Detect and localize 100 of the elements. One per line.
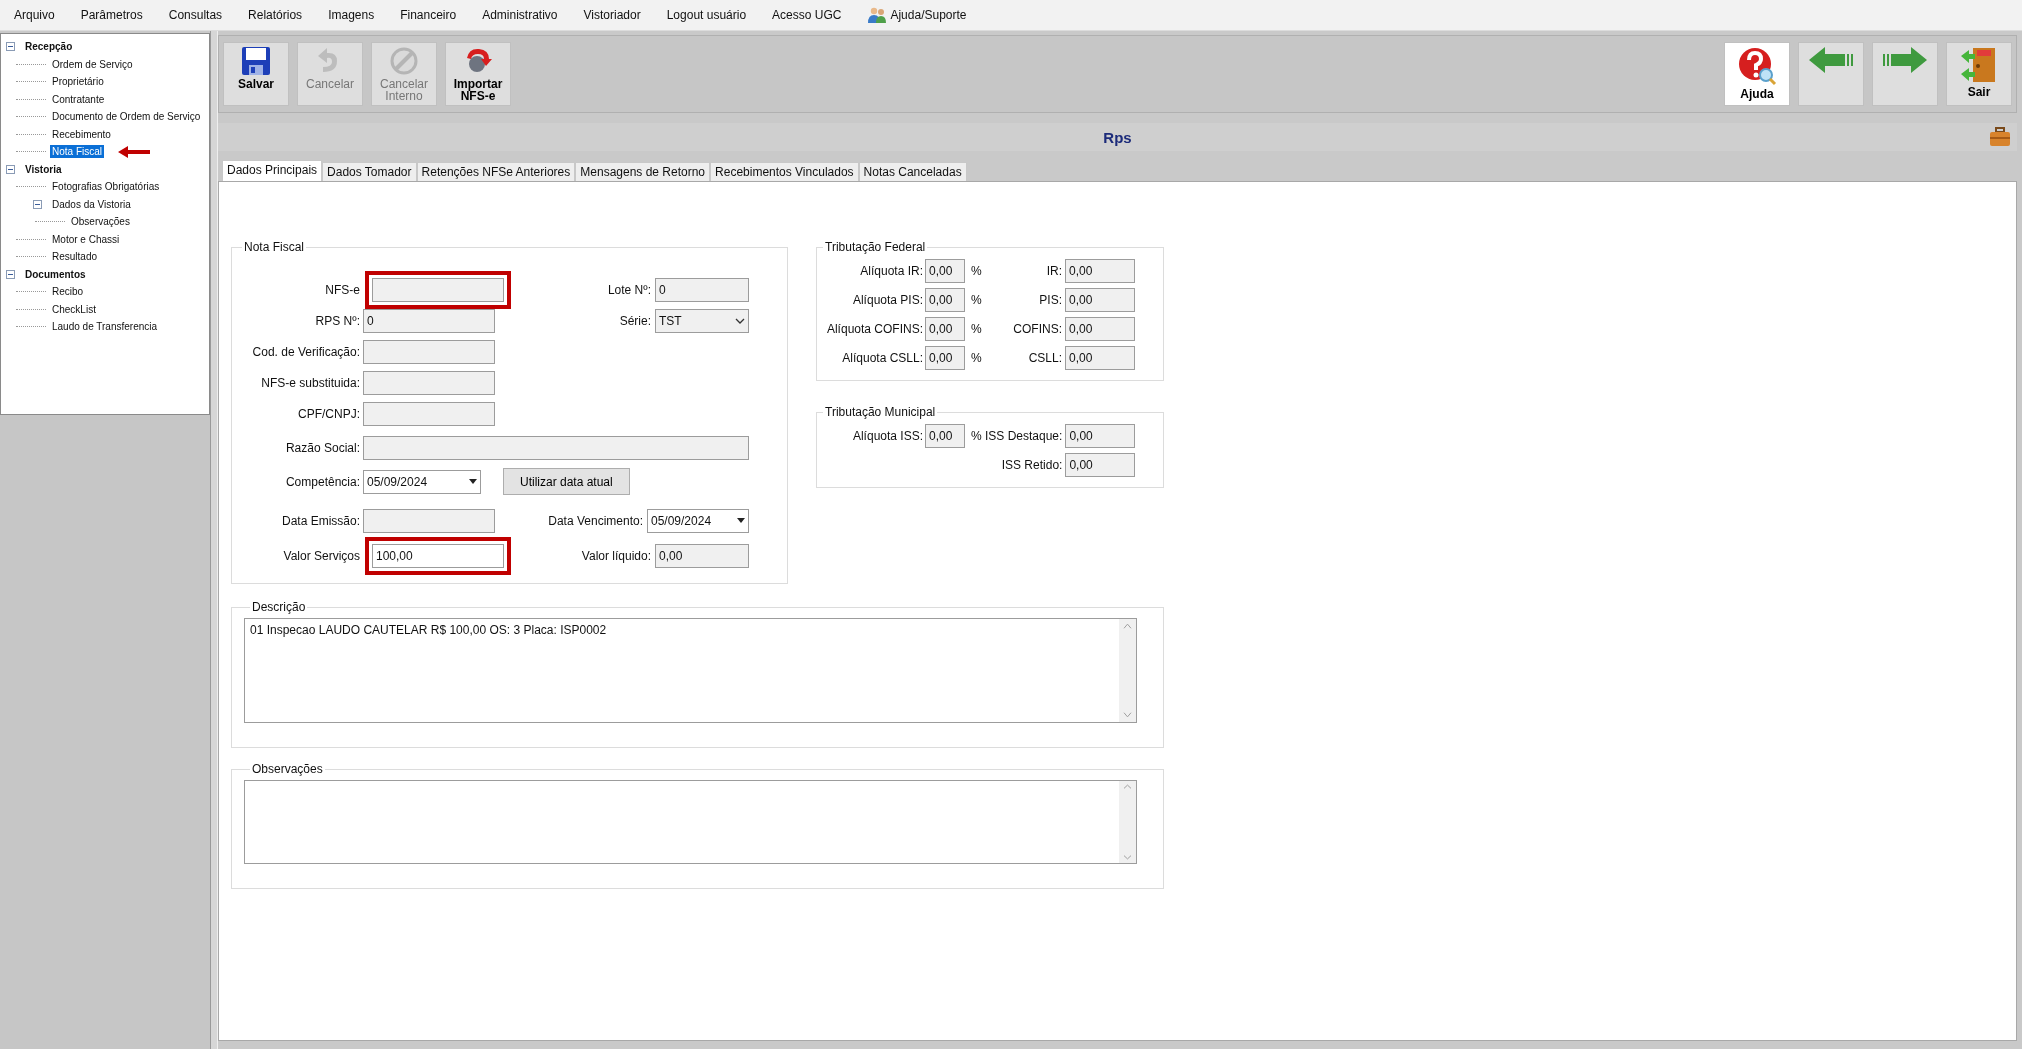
unit-label: %: [970, 350, 983, 365]
tree-item[interactable]: Recepção: [23, 40, 75, 54]
field-label: Valor líquido:: [580, 548, 652, 563]
tree-item[interactable]: Contratante: [50, 92, 107, 106]
tab[interactable]: Notas Canceladas: [858, 162, 967, 181]
tree-item[interactable]: Motor e Chassi: [50, 232, 122, 246]
tab[interactable]: Dados Principais: [222, 160, 323, 181]
text-area[interactable]: 01 Inspecao LAUDO CAUTELAR R$ 100,00 OS: 3 Placa: ISP0002: [244, 618, 1137, 723]
action-button[interactable]: Utilizar data atual: [503, 468, 630, 495]
people-icon: [867, 6, 888, 24]
tree-item[interactable]: Laudo de Transferencia: [50, 320, 160, 334]
text-field[interactable]: 0,00: [925, 423, 965, 448]
field-label: Razão Social:: [284, 440, 361, 455]
menu-item[interactable]: Ajuda/Suporte: [867, 6, 967, 24]
prohibited-icon: [389, 46, 419, 76]
toolbar-button[interactable]: Sair: [1946, 42, 2012, 106]
tree-item[interactable]: Fotografias Obrigatórias: [50, 180, 162, 194]
field-label: PIS:: [1038, 292, 1063, 307]
text-field[interactable]: 0,00: [925, 316, 965, 341]
text-field[interactable]: [372, 277, 504, 302]
tree-item[interactable]: CheckList: [50, 302, 98, 316]
menu-item[interactable]: Consultas: [168, 8, 223, 22]
caret-icon: [469, 479, 477, 484]
field-label: NFS-e substituida:: [260, 375, 361, 390]
toolbar-button[interactable]: [1872, 42, 1938, 106]
tab[interactable]: Recebimentos Vinculados: [710, 162, 859, 181]
menu-item[interactable]: Arquivo: [14, 8, 55, 22]
group-title: Tributação Federal: [824, 240, 927, 254]
field-label: Data Vencimento:: [547, 513, 644, 528]
text-field[interactable]: 0,00: [925, 287, 965, 312]
window-title: Rps: [1103, 128, 1132, 146]
menu-item[interactable]: Logout usuário: [666, 8, 747, 22]
text-field[interactable]: 0,00: [925, 258, 965, 283]
splitter[interactable]: [210, 31, 218, 1049]
toolbar-button[interactable]: Salvar: [223, 42, 289, 106]
text-field[interactable]: [363, 508, 495, 533]
tree-item[interactable]: Proprietário: [50, 75, 106, 89]
collapse-icon[interactable]: [6, 42, 15, 52]
field-label: ISS Retido:: [1000, 457, 1064, 472]
tab[interactable]: Retenções NFSe Anteriores: [416, 162, 576, 181]
toolbar-button[interactable]: Ajuda: [1724, 42, 1790, 106]
tree-item[interactable]: Recibo: [50, 285, 86, 299]
tree-item[interactable]: Resultado: [50, 250, 100, 264]
text-field[interactable]: [363, 339, 495, 364]
text-field[interactable]: 0,00: [1065, 258, 1135, 283]
tree-item[interactable]: Dados da Vistoria: [50, 197, 133, 211]
text-field[interactable]: [363, 401, 495, 426]
field-label: Série:: [618, 313, 652, 328]
collapse-icon[interactable]: [33, 199, 42, 209]
tree-item[interactable]: Vistoria: [23, 162, 64, 176]
text-field[interactable]: [363, 435, 749, 460]
unit-label: %: [970, 321, 983, 336]
collapse-icon[interactable]: [6, 269, 15, 279]
field-label: RPS Nº:: [314, 313, 361, 328]
text-field[interactable]: 0,00: [925, 345, 965, 370]
text-field[interactable]: 0,00: [655, 543, 749, 568]
text-field[interactable]: 0,00: [1065, 287, 1135, 312]
tree-item[interactable]: Ordem de Serviço: [50, 57, 135, 71]
scrollbar[interactable]: [1119, 781, 1136, 863]
date-picker[interactable]: 05/09/2024: [647, 508, 749, 533]
text-field[interactable]: [363, 370, 495, 395]
text-field[interactable]: 0: [655, 277, 749, 302]
tab[interactable]: Dados Tomador: [322, 162, 417, 181]
tab[interactable]: Mensagens de Retorno: [575, 162, 711, 181]
caret-icon: [737, 518, 745, 523]
field-label: Lote Nº:: [606, 282, 652, 297]
field-label: CPF/CNPJ:: [297, 406, 361, 421]
toolbar-button[interactable]: Importar NFS-e: [445, 42, 511, 106]
tree-item[interactable]: Recebimento: [50, 127, 113, 141]
menu-item[interactable]: Financeiro: [400, 8, 457, 22]
group-title: Nota Fiscal: [243, 240, 306, 254]
text-field[interactable]: 0,00: [1065, 452, 1136, 477]
text-field[interactable]: 0,00: [1065, 345, 1135, 370]
field-label: Cod. de Verificação:: [251, 344, 361, 359]
date-picker[interactable]: 05/09/2024: [363, 469, 481, 494]
tree-item[interactable]: Documento de Ordem de Serviço: [50, 110, 203, 124]
menu-item[interactable]: Relatórios: [248, 8, 303, 22]
tree-item[interactable]: Nota Fiscal: [50, 145, 104, 159]
toolbar-button[interactable]: [1798, 42, 1864, 106]
tree-item[interactable]: Documentos: [23, 267, 88, 281]
dropdown[interactable]: TST: [655, 308, 749, 333]
menu-item[interactable]: Administrativo: [482, 8, 558, 22]
scrollbar[interactable]: [1119, 619, 1136, 722]
field-label: Alíquota CSLL:: [841, 350, 924, 365]
text-field[interactable]: 100,00: [372, 543, 504, 568]
group-title: Tributação Municipal: [824, 405, 937, 419]
collapse-icon[interactable]: [6, 164, 15, 174]
menu-item[interactable]: Vistoriador: [583, 8, 641, 22]
menu-item[interactable]: Parâmetros: [80, 8, 143, 22]
text-field[interactable]: 0: [363, 308, 495, 333]
tree-item[interactable]: Observações: [69, 215, 132, 229]
menu-item[interactable]: Acesso UGC: [772, 8, 842, 22]
text-field[interactable]: 0,00: [1065, 423, 1136, 448]
text-area[interactable]: [244, 780, 1137, 864]
field-label: Data Emissão:: [280, 513, 361, 528]
unit-label: %: [970, 292, 983, 307]
text-field[interactable]: 0,00: [1065, 316, 1135, 341]
briefcase-icon[interactable]: [1989, 127, 2011, 147]
group-title: Descrição: [251, 600, 307, 614]
menu-item[interactable]: Imagens: [328, 8, 375, 22]
